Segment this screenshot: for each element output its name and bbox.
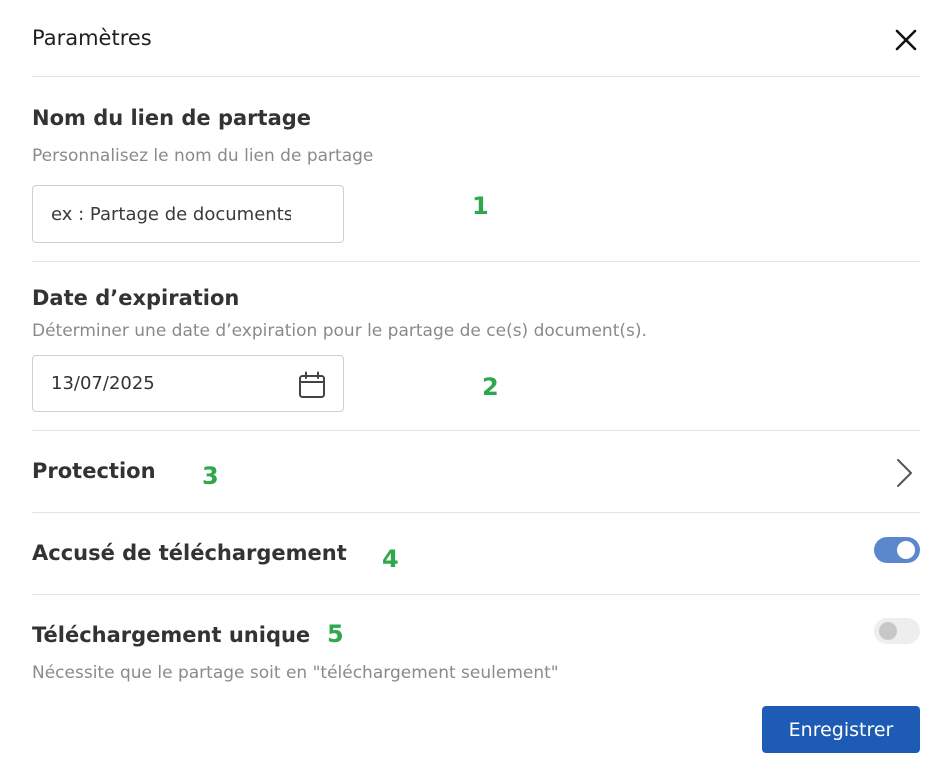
section-divider-1 bbox=[32, 261, 920, 262]
marker-2: 2 bbox=[482, 373, 499, 401]
expiration-description: Déterminer une date d’expiration pour le… bbox=[32, 321, 647, 341]
expiration-date-input[interactable] bbox=[51, 356, 291, 411]
protection-row[interactable]: Protection bbox=[32, 459, 156, 483]
download-receipt-title: Accusé de téléchargement bbox=[32, 541, 347, 565]
section-divider-4 bbox=[32, 594, 920, 595]
expiration-date-field[interactable] bbox=[32, 355, 344, 412]
close-icon bbox=[895, 29, 917, 51]
marker-1: 1 bbox=[472, 192, 489, 220]
share-name-field[interactable] bbox=[32, 185, 344, 243]
share-name-description: Personnalisez le nom du lien de partage bbox=[32, 146, 374, 166]
dialog-title: Paramètres bbox=[32, 26, 152, 50]
toggle-knob bbox=[897, 541, 915, 559]
calendar-icon[interactable] bbox=[297, 370, 327, 400]
marker-3: 3 bbox=[202, 462, 219, 490]
single-download-description: Nécessite que le partage soit en "téléch… bbox=[32, 663, 559, 683]
marker-4: 4 bbox=[382, 545, 399, 573]
section-divider-2 bbox=[32, 430, 920, 431]
download-receipt-toggle[interactable] bbox=[874, 537, 920, 563]
section-divider-3 bbox=[32, 512, 920, 513]
toggle-knob bbox=[879, 622, 897, 640]
share-name-title: Nom du lien de partage bbox=[32, 106, 312, 130]
single-download-toggle[interactable] bbox=[874, 618, 920, 644]
header-divider bbox=[32, 76, 920, 77]
chevron-right-icon bbox=[897, 459, 912, 487]
close-button[interactable] bbox=[890, 24, 922, 56]
share-name-input[interactable] bbox=[51, 186, 291, 242]
protection-expand-button[interactable] bbox=[890, 456, 920, 490]
marker-5: 5 bbox=[327, 620, 344, 648]
save-button[interactable]: Enregistrer bbox=[762, 706, 920, 753]
single-download-title: Téléchargement unique bbox=[32, 623, 311, 647]
expiration-title: Date d’expiration bbox=[32, 286, 240, 310]
